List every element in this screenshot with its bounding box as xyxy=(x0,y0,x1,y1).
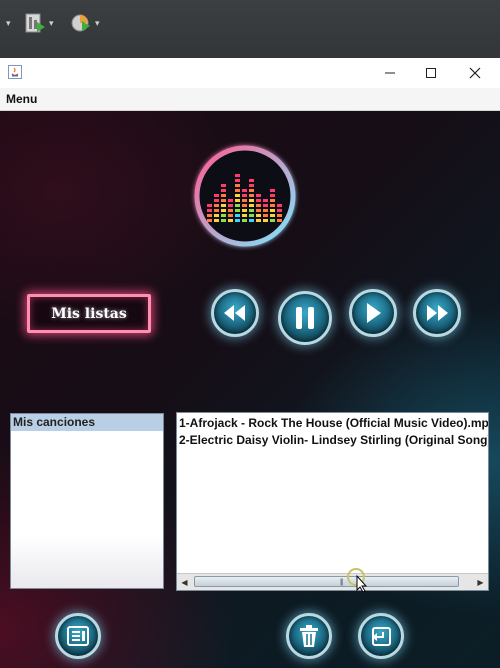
rewind-button[interactable] xyxy=(211,289,259,337)
toolbar-dropdown-button[interactable]: ▾ xyxy=(6,18,11,29)
pause-icon xyxy=(296,307,314,329)
chevron-down-icon: ▾ xyxy=(95,17,100,28)
minimize-button[interactable] xyxy=(368,58,412,88)
horizontal-scrollbar[interactable]: ◀ ||| ▶ xyxy=(177,573,488,590)
profile-icon xyxy=(71,14,90,32)
list-item[interactable]: 2-Electric Daisy Violin- Lindsey Stirlin… xyxy=(177,432,488,449)
play-button[interactable] xyxy=(349,289,397,337)
build-run-icon xyxy=(25,13,45,33)
profile-button[interactable]: ▾ xyxy=(70,12,100,34)
pause-button[interactable] xyxy=(278,291,332,345)
fast-forward-button[interactable] xyxy=(413,289,461,337)
mouse-cursor-icon xyxy=(347,568,368,592)
grip-icon: ||| xyxy=(340,579,344,586)
songs-list[interactable]: 1-Afrojack - Rock The House (Official Mu… xyxy=(176,412,489,591)
play-icon xyxy=(367,303,381,323)
build-run-button[interactable]: ▾ xyxy=(24,12,54,34)
scrollbar-thumb[interactable]: ||| xyxy=(194,576,459,587)
chevron-down-icon: ▾ xyxy=(49,17,54,28)
close-button[interactable] xyxy=(453,58,497,88)
menu-bar: Menu xyxy=(0,88,500,111)
maximize-icon xyxy=(426,68,436,78)
return-icon xyxy=(372,627,391,646)
close-icon xyxy=(469,67,481,79)
list-item[interactable]: 1-Afrojack - Rock The House (Official Mu… xyxy=(177,415,488,432)
trash-icon xyxy=(300,625,318,647)
scroll-right-icon[interactable]: ▶ xyxy=(473,574,488,590)
equalizer-icon xyxy=(194,145,296,247)
java-icon xyxy=(8,65,22,79)
playlist-view-button[interactable] xyxy=(55,613,101,659)
chevron-down-icon: ▾ xyxy=(6,18,11,28)
fast-forward-icon xyxy=(427,305,448,321)
list-item[interactable]: Mis canciones xyxy=(11,414,163,431)
maximize-button[interactable] xyxy=(409,58,453,88)
player-panel: Mis listas Mis canciones 1-Afrojack - Ro… xyxy=(0,111,500,668)
rewind-icon xyxy=(224,305,245,321)
list-icon xyxy=(67,626,89,646)
app-window: Menu Mis listas Mis canciones 1-Afrojack… xyxy=(0,58,500,668)
title-bar xyxy=(0,58,500,89)
minimize-icon xyxy=(385,72,395,74)
scroll-left-icon[interactable]: ◀ xyxy=(177,574,192,590)
ide-toolbar: ▾ ▾ ▾ xyxy=(0,0,500,58)
my-playlists-button[interactable]: Mis listas xyxy=(27,294,151,333)
delete-button[interactable] xyxy=(286,613,332,659)
return-button[interactable] xyxy=(358,613,404,659)
menu-item-menu[interactable]: Menu xyxy=(6,92,37,106)
playlists-list[interactable]: Mis canciones xyxy=(10,413,164,589)
